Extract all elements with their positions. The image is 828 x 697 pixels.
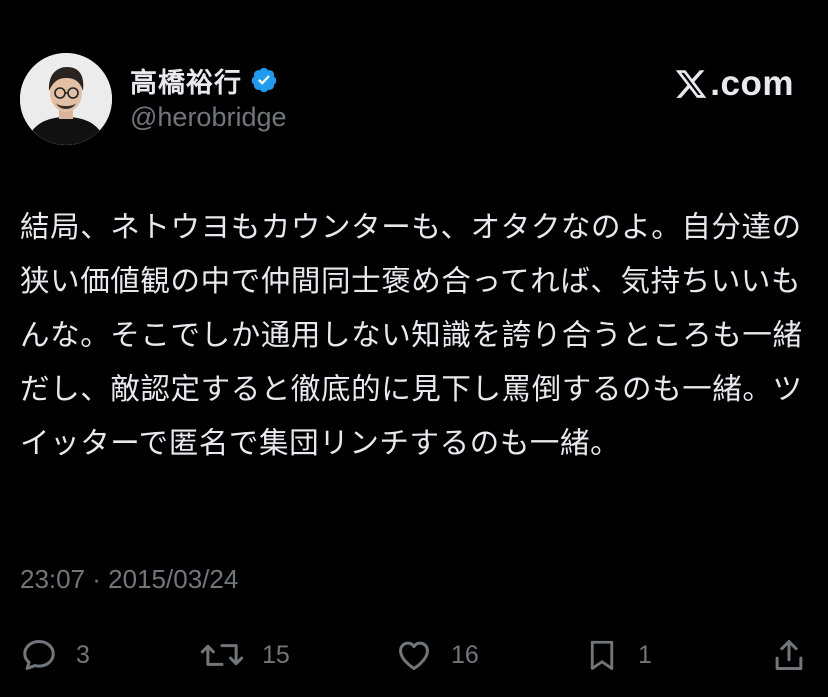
tweet-card: 高橋裕行 @herobridge .com 結局、ネトウヨもカウンターも、オタク…	[0, 0, 828, 697]
tweet-timestamp[interactable]: 23:07 · 2015/03/24	[20, 564, 238, 595]
author-name-row: 高橋裕行	[130, 60, 278, 100]
share-icon	[770, 636, 808, 674]
action-bar: 3 15 16 1	[0, 628, 828, 682]
bookmark-icon	[584, 636, 620, 674]
verified-badge-icon	[250, 66, 278, 94]
x-logo-icon	[674, 67, 708, 101]
repost-count: 15	[262, 640, 290, 669]
like-button[interactable]: 16	[395, 628, 479, 682]
tweet-text: 結局、ネトウヨもカウンターも、オタクなのよ。自分達の狭い価値観の中で仲間同士褒め…	[20, 210, 803, 460]
avatar[interactable]	[20, 53, 112, 145]
repost-button[interactable]: 15	[200, 628, 290, 682]
brand-logo[interactable]: .com	[674, 62, 794, 106]
repost-icon	[200, 636, 244, 674]
bookmark-button[interactable]: 1	[584, 628, 652, 682]
brand-domain-text: .com	[710, 64, 794, 103]
reply-icon	[20, 636, 58, 674]
share-button[interactable]	[770, 628, 808, 682]
reply-count: 3	[76, 640, 90, 669]
author-display-name[interactable]: 高橋裕行	[130, 61, 242, 100]
heart-icon	[395, 636, 433, 674]
reply-button[interactable]: 3	[20, 628, 90, 682]
bookmark-count: 1	[638, 640, 652, 669]
author-handle[interactable]: @herobridge	[130, 102, 287, 133]
like-count: 16	[451, 640, 479, 669]
